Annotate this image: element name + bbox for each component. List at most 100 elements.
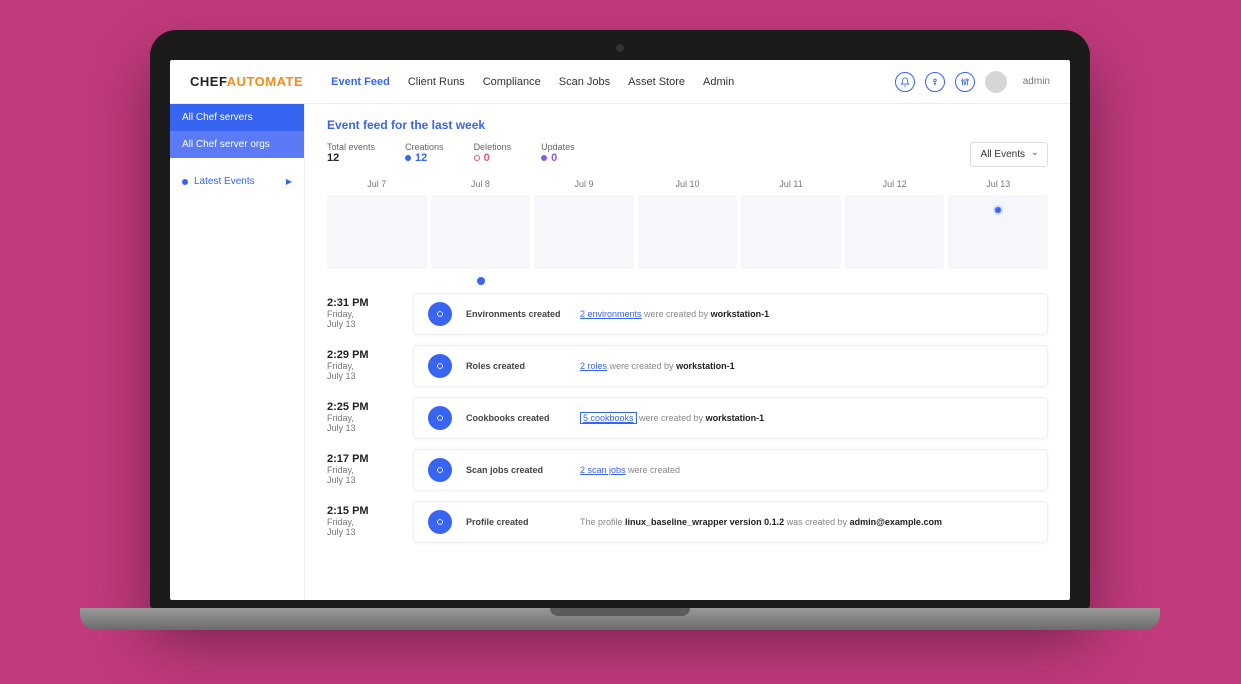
event-card[interactable]: Environments created2 environments were … <box>413 293 1048 335</box>
avatar[interactable] <box>985 71 1007 93</box>
app-screen: CHEFAUTOMATE Event Feed Client Runs Comp… <box>170 60 1070 600</box>
event-date: July 13 <box>327 371 356 381</box>
event-link[interactable]: 2 roles <box>580 361 607 371</box>
event-row: 2:29 PMFriday,July 13 Roles created 2 role… <box>327 345 1048 387</box>
sidebar-item-all-orgs[interactable]: All Chef server orgs <box>170 131 304 158</box>
nav-event-feed[interactable]: Event Feed <box>331 76 390 88</box>
stat-total-value: 12 <box>327 152 339 164</box>
stat-deletions-label: Deletions <box>474 142 512 152</box>
event-description: 2 roles were created by workstation-1 <box>580 361 735 371</box>
nav-admin[interactable]: Admin <box>703 76 734 88</box>
stat-updates-label: Updates <box>541 142 575 152</box>
event-day: Friday, <box>327 465 354 475</box>
timeline-scrubber-icon[interactable] <box>477 277 485 285</box>
sidebar: All Chef servers All Chef server orgs La… <box>170 104 305 600</box>
event-time: 2:15 PM <box>327 505 397 517</box>
stat-updates: Updates 0 <box>541 142 575 164</box>
event-title: Profile created <box>466 517 566 527</box>
timeline-day-bar <box>948 195 1048 269</box>
timeline-day[interactable]: Jul 12 <box>845 179 945 269</box>
event-card[interactable]: Roles created 2 roles were created by wor… <box>413 345 1048 387</box>
event-card[interactable]: Scan jobs created2 scan jobs were create… <box>413 449 1048 491</box>
nav-compliance[interactable]: Compliance <box>483 76 541 88</box>
event-time: 2:31 PM <box>327 297 397 309</box>
event-row: 2:17 PMFriday,July 13 Scan jobs created2 … <box>327 449 1048 491</box>
settings-icon[interactable] <box>955 72 975 92</box>
timeline-day-bar <box>845 195 945 269</box>
nav-asset-store[interactable]: Asset Store <box>628 76 685 88</box>
event-time: 2:29 PM <box>327 349 397 361</box>
chevron-right-icon: ▶ <box>286 177 292 186</box>
event-description: 2 scan jobs were created <box>580 465 680 475</box>
timeline-day-label: Jul 13 <box>948 179 1048 195</box>
brand-logo: CHEFAUTOMATE <box>190 74 303 89</box>
event-card[interactable]: Cookbooks created 5 cookbooks were create… <box>413 397 1048 439</box>
bullet-icon <box>182 179 188 185</box>
event-description: 5 cookbooks were created by workstation-… <box>580 413 764 423</box>
event-time: 2:25 PM <box>327 401 397 413</box>
timeline-day-label: Jul 8 <box>431 179 531 195</box>
stat-creations-label: Creations <box>405 142 444 152</box>
event-day: Friday, <box>327 361 354 371</box>
event-date: July 13 <box>327 527 356 537</box>
sidebar-latest-events[interactable]: Latest Events ▶ <box>170 158 304 205</box>
nav-client-runs[interactable]: Client Runs <box>408 76 465 88</box>
timeline-day-label: Jul 7 <box>327 179 427 195</box>
red-dot-icon <box>474 155 480 161</box>
timeline-day-label: Jul 12 <box>845 179 945 195</box>
event-timestamp: 2:15 PMFriday,July 13 <box>327 501 397 543</box>
event-card[interactable]: Profile createdThe profile linux_baselin… <box>413 501 1048 543</box>
camera-dot <box>616 44 624 52</box>
event-timestamp: 2:25 PMFriday,July 13 <box>327 397 397 439</box>
event-title: Roles created <box>466 361 566 371</box>
event-date: July 13 <box>327 319 356 329</box>
event-row: 2:15 PMFriday,July 13 Profile createdThe … <box>327 501 1048 543</box>
event-day: Friday, <box>327 413 354 423</box>
event-type-icon <box>428 510 452 534</box>
event-date: July 13 <box>327 423 356 433</box>
stat-deletions-value: 0 <box>484 152 490 164</box>
event-timestamp: 2:29 PMFriday,July 13 <box>327 345 397 387</box>
timeline-day[interactable]: Jul 10 <box>638 179 738 269</box>
timeline-day[interactable]: Jul 9 <box>534 179 634 269</box>
activity-dot-icon <box>993 205 1003 215</box>
timeline-day[interactable]: Jul 8 <box>431 179 531 269</box>
event-time: 2:17 PM <box>327 453 397 465</box>
bell-icon[interactable] <box>895 72 915 92</box>
sidebar-item-all-servers[interactable]: All Chef servers <box>170 104 304 131</box>
timeline-day[interactable]: Jul 11 <box>741 179 841 269</box>
timeline-day-label: Jul 9 <box>534 179 634 195</box>
event-link[interactable]: 2 scan jobs <box>580 465 626 475</box>
event-feed: 2:31 PMFriday,July 13Environments create… <box>327 293 1048 553</box>
event-link[interactable]: 5 cookbooks <box>580 412 637 424</box>
event-type-icon <box>428 458 452 482</box>
brand-part1: CHEF <box>190 74 227 89</box>
stats-row: Total events 12 Creations 12 Deletions 0… <box>327 142 1048 167</box>
event-timestamp: 2:17 PMFriday,July 13 <box>327 449 397 491</box>
timeline-day[interactable]: Jul 13 <box>948 179 1048 269</box>
brand-part2: AUTOMATE <box>227 74 303 89</box>
nav-scan-jobs[interactable]: Scan Jobs <box>559 76 610 88</box>
event-type-icon <box>428 302 452 326</box>
event-type-icon <box>428 406 452 430</box>
timeline-day-bar <box>327 195 427 269</box>
laptop-base <box>80 608 1160 630</box>
stat-updates-value: 0 <box>551 152 557 164</box>
timeline-day-label: Jul 11 <box>741 179 841 195</box>
timeline-day-bar <box>431 195 531 269</box>
timeline-day-label: Jul 10 <box>638 179 738 195</box>
event-link[interactable]: 2 environments <box>580 309 642 319</box>
stat-deletions: Deletions 0 <box>474 142 512 164</box>
timeline-day-bar <box>638 195 738 269</box>
event-day: Friday, <box>327 309 354 319</box>
timeline-day-bar <box>534 195 634 269</box>
event-title: Cookbooks created <box>466 413 566 423</box>
timeline-day[interactable]: Jul 7 <box>327 179 427 269</box>
events-filter-dropdown[interactable]: All Events <box>970 142 1048 167</box>
user-name: admin <box>1023 76 1050 87</box>
laptop-lip <box>550 608 690 616</box>
event-day: Friday, <box>327 517 354 527</box>
laptop-frame: CHEFAUTOMATE Event Feed Client Runs Comp… <box>150 30 1090 610</box>
event-row: 2:31 PMFriday,July 13 Environments create… <box>327 293 1048 335</box>
key-icon[interactable] <box>925 72 945 92</box>
